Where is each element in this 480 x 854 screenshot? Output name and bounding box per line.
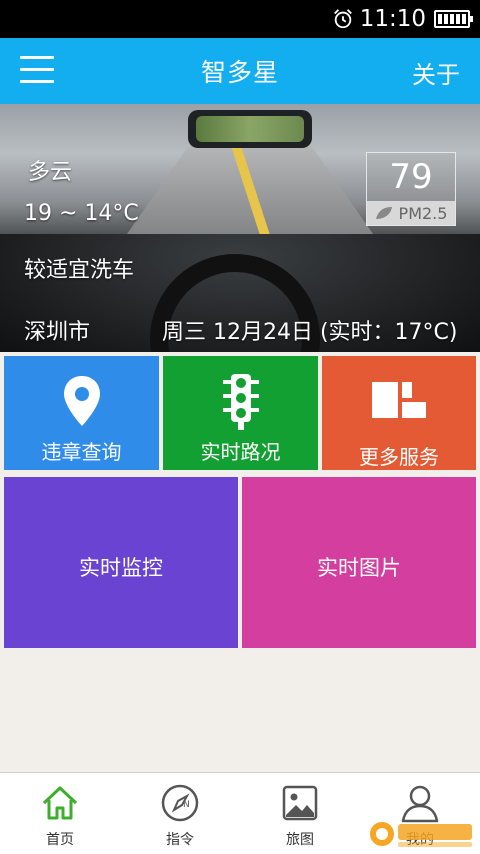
more-services-tile[interactable]: 更多服务 [322,356,476,470]
about-button[interactable]: 关于 [412,55,460,90]
pm25-value: 79 [389,157,433,197]
weather-condition: 多云 [28,160,73,185]
live-picture-tile[interactable]: 实时图片 [242,477,476,648]
temperature-range: 19 ~ 14°C [24,201,139,226]
tile-label: 实时路况 [200,440,281,464]
watermark-logo [370,822,472,847]
picture-icon [282,785,318,821]
alarm-clock-icon [333,9,352,29]
pm25-box: 79 PM2.5 [366,152,456,226]
app-header: 智多星 关于 [0,38,480,104]
tab-label: 旅图 [286,832,314,848]
page-title: 智多星 [200,58,279,87]
battery-icon [434,10,473,28]
home-icon [42,786,78,820]
tile-label: 实时监控 [79,556,163,580]
status-time: 11:10 [359,6,426,32]
car-wash-index: 较适宜洗车 [24,258,135,283]
tile-label: 实时图片 [317,556,401,580]
compass-icon: N [161,784,199,822]
menu-button[interactable] [20,56,54,86]
tab-label: 指令 [166,832,194,848]
violation-query-tile[interactable]: 违章查询 [4,356,159,470]
tab-travel-photos[interactable]: 旅图 [240,773,360,854]
more-services-icon [372,382,426,418]
tile-label: 更多服务 [359,445,439,469]
weather-banner: 多云 19 ~ 14°C 较适宜洗车 深圳市 周三 12月24日 (实时：17°… [0,104,480,352]
location-pin-icon [63,376,100,426]
date-realtime-temp: 周三 12月24日 (实时：17°C) [162,320,458,345]
live-monitor-tile[interactable]: 实时监控 [4,477,238,648]
hamburger-icon [20,56,54,59]
status-bar: 11:10 [0,0,480,38]
leaf-icon [375,207,392,219]
tile-label: 违章查询 [41,440,122,464]
tab-commands[interactable]: N 指令 [120,773,240,854]
city-name: 深圳市 [24,320,91,345]
traffic-tile[interactable]: 实时路况 [163,356,318,470]
user-icon [401,785,439,823]
tab-label: 首页 [46,832,74,848]
traffic-light-icon [222,374,259,430]
rearview-mirror-image [188,110,312,148]
svg-text:N: N [183,800,190,810]
tab-home[interactable]: 首页 [0,773,120,854]
pm25-label: PM2.5 [398,203,448,223]
